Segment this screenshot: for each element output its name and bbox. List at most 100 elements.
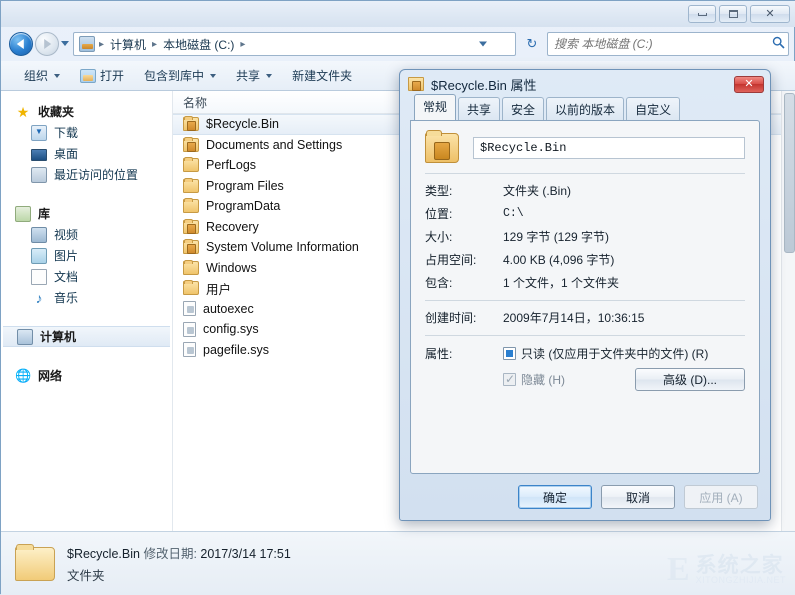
property-label-contains: 包含: xyxy=(425,276,453,290)
file-icon xyxy=(183,301,196,317)
close-icon: ✕ xyxy=(765,7,775,20)
sidebar-item-desktop[interactable]: 桌面 xyxy=(1,143,172,164)
property-value-created: 2009年7月14日，10:36:15 xyxy=(503,311,645,325)
sidebar-item-videos[interactable]: 视频 xyxy=(1,224,172,245)
vertical-scrollbar[interactable] xyxy=(781,91,795,531)
hidden-checkbox-row[interactable]: 隐藏 (H) xyxy=(503,371,565,388)
recent-places-icon xyxy=(31,166,47,183)
address-bar-row: ▸ 计算机 ▸ 本地磁盘 (C:) ▸ ↻ xyxy=(1,27,795,61)
folder-icon xyxy=(183,177,199,193)
status-details: $Recycle.Bin 修改日期: 2017/3/14 17:51 文件夹 xyxy=(67,543,291,584)
toolbar-open[interactable]: 打开 xyxy=(71,63,133,88)
search-icon xyxy=(768,36,788,52)
tab-sharing[interactable]: 共享 xyxy=(458,97,501,121)
property-value-contains: 1 个文件，1 个文件夹 xyxy=(503,276,620,290)
file-name: PerfLogs xyxy=(206,158,257,173)
attributes-body: 只读 (仅应用于文件夹中的文件) (R) 隐藏 (H) 高级 (D)... xyxy=(503,345,745,391)
back-button[interactable] xyxy=(9,32,33,56)
download-icon xyxy=(31,124,47,141)
apply-button[interactable]: 应用 (A) xyxy=(684,485,758,509)
toolbar-new-folder[interactable]: 新建文件夹 xyxy=(283,63,361,88)
file-name: $Recycle.Bin xyxy=(206,117,279,132)
refresh-button[interactable]: ↻ xyxy=(523,35,541,53)
sidebar-item-favorites[interactable]: ★ 收藏夹 xyxy=(1,101,172,122)
toolbar-include-in-library[interactable]: 包含到库中 xyxy=(135,63,225,88)
file-name: Program Files xyxy=(206,178,284,193)
tab-sharing-label: 共享 xyxy=(467,103,492,117)
readonly-checkbox[interactable] xyxy=(503,347,516,360)
sidebar-label-computer: 计算机 xyxy=(40,330,77,344)
breadcrumb-separator-2[interactable]: ▸ xyxy=(238,39,247,50)
status-item-kind: 文件夹 xyxy=(67,569,105,583)
minimize-button[interactable] xyxy=(688,5,716,23)
sidebar-item-recent-places[interactable]: 最近访问的位置 xyxy=(1,164,172,185)
sidebar-item-music[interactable]: ♪ 音乐 xyxy=(1,287,172,308)
video-icon xyxy=(31,226,47,243)
sidebar-item-pictures[interactable]: 图片 xyxy=(1,245,172,266)
close-button[interactable]: ✕ xyxy=(750,5,790,23)
breadcrumb[interactable]: ▸ 计算机 ▸ 本地磁盘 (C:) ▸ xyxy=(73,32,516,56)
nav-spacer-1 xyxy=(1,189,172,203)
address-chevron-down-icon[interactable] xyxy=(479,41,487,47)
sidebar-label-network: 网络 xyxy=(38,369,63,383)
sidebar-label-videos: 视频 xyxy=(54,228,79,242)
forward-button[interactable] xyxy=(35,32,59,56)
property-row-size: 大小: 129 字节 (129 字节) xyxy=(425,229,745,245)
close-icon: ✕ xyxy=(744,77,754,90)
open-folder-icon xyxy=(80,68,97,83)
tab-customize-label: 自定义 xyxy=(635,103,672,117)
sidebar-item-network[interactable]: 🌐 网络 xyxy=(1,365,172,386)
explorer-window: ✕ ▸ 计算机 ▸ 本地磁盘 (C:) ▸ ↻ 搜索 本地磁盘 (C:) 组织 … xyxy=(0,0,795,595)
toolbar-organize[interactable]: 组织 xyxy=(15,63,69,88)
tab-previous-versions[interactable]: 以前的版本 xyxy=(546,97,625,121)
library-icon xyxy=(15,205,31,222)
nav-group-favorites: ★ 收藏夹 下载 桌面 最近访问的位置 xyxy=(1,101,172,185)
tab-customize[interactable]: 自定义 xyxy=(626,97,681,121)
breadcrumb-item-local-disk[interactable]: 本地磁盘 (C:) xyxy=(159,34,238,55)
sidebar-label-desktop: 桌面 xyxy=(54,147,79,161)
computer-icon xyxy=(17,328,33,345)
tab-general[interactable]: 常规 xyxy=(414,94,457,120)
property-row-type: 类型: 文件夹 (.Bin) xyxy=(425,183,745,199)
forward-arrow-icon xyxy=(44,39,52,49)
status-line-primary: $Recycle.Bin 修改日期: 2017/3/14 17:51 xyxy=(67,543,291,562)
sidebar-item-computer[interactable]: 计算机 xyxy=(3,326,170,347)
maximize-icon xyxy=(728,10,738,18)
search-input[interactable] xyxy=(548,37,768,51)
folder-name-input[interactable] xyxy=(473,137,745,159)
file-name: 用户 xyxy=(206,282,232,297)
folder-icon xyxy=(183,198,199,214)
sidebar-label-music: 音乐 xyxy=(54,291,79,305)
window-controls: ✕ xyxy=(688,5,790,23)
toolbar-organize-label: 组织 xyxy=(24,69,49,83)
recent-locations-chevron-icon[interactable] xyxy=(61,41,69,46)
sidebar-item-documents[interactable]: 文档 xyxy=(1,266,172,287)
cancel-button[interactable]: 取消 xyxy=(601,485,675,509)
computer-icon xyxy=(79,36,95,52)
search-box[interactable] xyxy=(547,32,789,56)
scrollbar-thumb[interactable] xyxy=(784,93,795,253)
dialog-close-button[interactable]: ✕ xyxy=(734,75,764,93)
advanced-button[interactable]: 高级 (D)... xyxy=(635,368,745,391)
tab-general-label: 常规 xyxy=(423,100,448,114)
nav-spacer-2 xyxy=(1,312,172,326)
status-modified-value: 2017/3/14 17:51 xyxy=(200,547,291,561)
breadcrumb-separator-0[interactable]: ▸ xyxy=(97,39,106,50)
maximize-button[interactable] xyxy=(719,5,747,23)
breadcrumb-separator-1[interactable]: ▸ xyxy=(150,39,159,50)
documents-icon xyxy=(31,268,47,285)
toolbar-share[interactable]: 共享 xyxy=(227,63,281,88)
property-row-created: 创建时间: 2009年7月14日，10:36:15 xyxy=(425,310,745,326)
ok-button[interactable]: 确定 xyxy=(518,485,592,509)
sidebar-item-libraries[interactable]: 库 xyxy=(1,203,172,224)
property-value-size-on-disk: 4.00 KB (4,096 字节) xyxy=(503,253,615,267)
sidebar-item-downloads[interactable]: 下载 xyxy=(1,122,172,143)
tab-security[interactable]: 安全 xyxy=(502,97,545,121)
status-item-name: $Recycle.Bin xyxy=(67,547,140,561)
desktop-icon xyxy=(31,148,47,161)
breadcrumb-item-computer[interactable]: 计算机 xyxy=(106,34,150,55)
readonly-checkbox-row[interactable]: 只读 (仅应用于文件夹中的文件) (R) xyxy=(503,345,745,362)
folder-locked-icon xyxy=(425,130,459,163)
sidebar-label-documents: 文档 xyxy=(54,270,79,284)
file-name: ProgramData xyxy=(206,199,281,214)
